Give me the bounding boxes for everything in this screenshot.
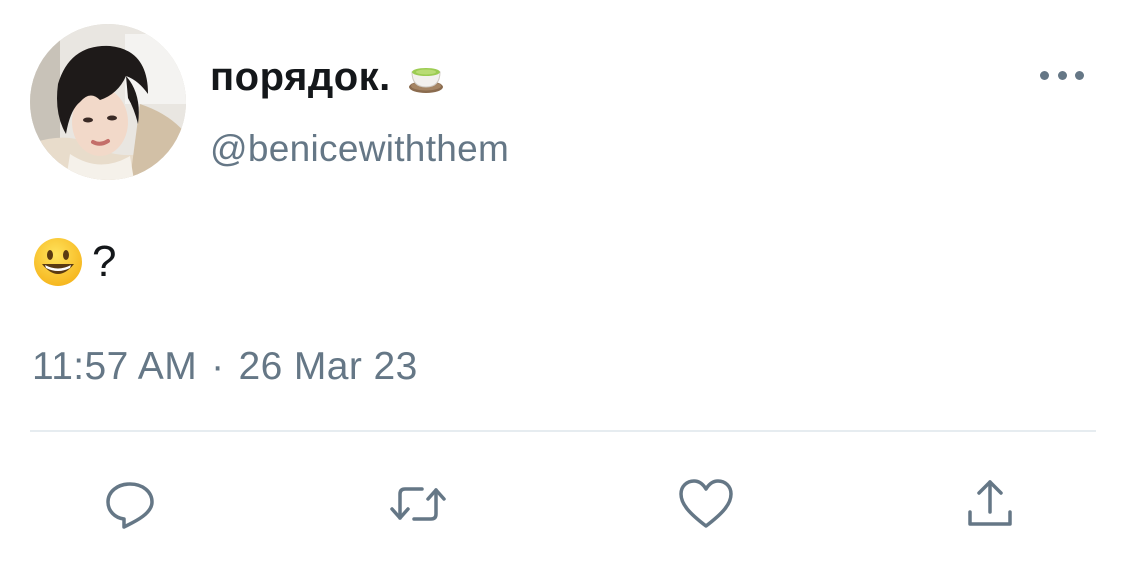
- retweet-icon: [390, 487, 446, 521]
- like-button[interactable]: [676, 474, 736, 534]
- display-name[interactable]: порядок.: [210, 55, 391, 100]
- reply-button[interactable]: [100, 474, 160, 534]
- tweet-date: 26 Mar 23: [238, 345, 418, 388]
- green-tea-emoji-icon: [408, 68, 443, 93]
- more-dot: [1040, 70, 1049, 80]
- more-options-button[interactable]: [1036, 58, 1088, 92]
- like-icon: [679, 479, 733, 528]
- display-name-row: порядок.: [210, 52, 447, 102]
- divider: [30, 430, 1096, 432]
- avatar-image: [30, 24, 186, 180]
- share-icon: [968, 480, 1012, 526]
- tweet-time: 11:57 AM: [32, 345, 198, 388]
- tweet-text-content: ?: [92, 237, 117, 286]
- avatar[interactable]: [30, 24, 186, 180]
- tweet-card: порядок. @benicewiththem ? 11:57 AM · 26…: [0, 0, 1125, 564]
- timestamp-separator: ·: [211, 345, 225, 388]
- more-dot: [1057, 70, 1067, 80]
- retweet-button[interactable]: [388, 474, 448, 534]
- tweet-text: ?: [32, 234, 116, 290]
- more-dot: [1075, 70, 1084, 80]
- user-handle[interactable]: @benicewiththem: [210, 128, 509, 170]
- grinning-face-emoji-icon: [34, 238, 82, 286]
- reply-icon: [106, 482, 154, 529]
- share-button[interactable]: [960, 474, 1020, 534]
- tweet-timestamp[interactable]: 11:57 AM · 26 Mar 23: [32, 345, 418, 389]
